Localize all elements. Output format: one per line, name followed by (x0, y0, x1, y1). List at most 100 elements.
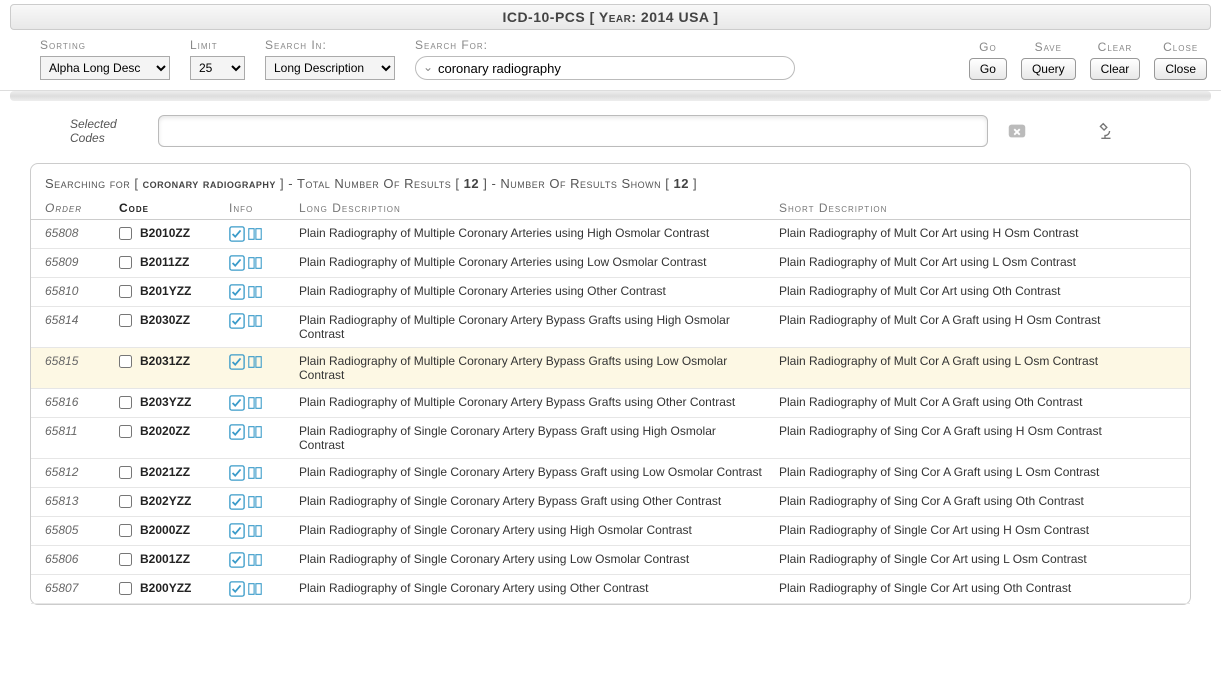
order-cell: 65812 (31, 459, 111, 488)
col-code[interactable]: Code (111, 197, 221, 220)
selected-codes-input[interactable] (158, 115, 988, 147)
book-icon[interactable] (247, 494, 263, 510)
row-checkbox[interactable] (119, 524, 132, 537)
row-checkbox[interactable] (119, 256, 132, 269)
row-checkbox[interactable] (119, 425, 132, 438)
code-cell: B2030ZZ (111, 307, 221, 348)
order-cell: 65811 (31, 418, 111, 459)
check-icon[interactable] (229, 255, 245, 271)
search-icon: ⌄ (423, 60, 433, 74)
short-desc-cell: Plain Radiography of Sing Cor A Graft us… (771, 418, 1190, 459)
book-icon[interactable] (247, 226, 263, 242)
check-icon[interactable] (229, 313, 245, 329)
code-cell: B2001ZZ (111, 546, 221, 575)
table-row[interactable]: 65812B2021ZZPlain Radiography of Single … (31, 459, 1190, 488)
info-cell (221, 389, 291, 418)
table-row[interactable]: 65805B2000ZZPlain Radiography of Single … (31, 517, 1190, 546)
check-icon[interactable] (229, 354, 245, 370)
table-row[interactable]: 65806B2001ZZ Plain Radiography of Single … (31, 546, 1190, 575)
long-desc-cell: Plain Radiography of Multiple Coronary A… (291, 278, 771, 307)
table-row[interactable]: 65808B2010ZZPlain Radiography of Multipl… (31, 220, 1190, 249)
table-row[interactable]: 65814B2030ZZPlain Radiography of Multipl… (31, 307, 1190, 348)
long-desc-cell: Plain Radiography of Single Coronary Art… (291, 488, 771, 517)
row-checkbox[interactable] (119, 466, 132, 479)
go-button[interactable]: Go (969, 58, 1007, 80)
limit-select[interactable]: 25 (190, 56, 245, 80)
table-row[interactable]: 65815B2031ZZ Plain Radiography of Multipl… (31, 348, 1190, 389)
code-cell: B200YZZ (111, 575, 221, 604)
check-icon[interactable] (229, 523, 245, 539)
code-cell: B203YZZ (111, 389, 221, 418)
check-icon[interactable] (229, 226, 245, 242)
short-desc-cell: Plain Radiography of Mult Cor Art using … (771, 220, 1190, 249)
long-desc-cell: Plain Radiography of Single Coronary Art… (291, 575, 771, 604)
short-desc-cell: Plain Radiography of Mult Cor A Graft us… (771, 307, 1190, 348)
long-desc-cell: Plain Radiography of Multiple Coronary A… (291, 348, 771, 389)
book-icon[interactable] (247, 255, 263, 271)
order-cell: 65806 (31, 546, 111, 575)
short-desc-cell: Plain Radiography of Single Cor Art usin… (771, 575, 1190, 604)
row-checkbox[interactable] (119, 285, 132, 298)
searchfor-input[interactable] (415, 56, 795, 80)
row-checkbox[interactable] (119, 553, 132, 566)
table-row[interactable]: 65813B202YZZPlain Radiography of Single … (31, 488, 1190, 517)
row-checkbox[interactable] (119, 396, 132, 409)
order-cell: 65813 (31, 488, 111, 517)
book-icon[interactable] (247, 465, 263, 481)
go-label: Go (979, 40, 997, 54)
check-icon[interactable] (229, 494, 245, 510)
check-icon[interactable] (229, 284, 245, 300)
separator (10, 91, 1211, 101)
code-cell: B201YZZ (111, 278, 221, 307)
short-desc-cell: Plain Radiography of Mult Cor A Graft us… (771, 389, 1190, 418)
row-checkbox[interactable] (119, 495, 132, 508)
col-short[interactable]: Short Description (771, 197, 1190, 220)
book-icon[interactable] (247, 523, 263, 539)
short-desc-cell: Plain Radiography of Sing Cor A Graft us… (771, 459, 1190, 488)
info-cell (221, 348, 291, 389)
col-order[interactable]: Order (31, 197, 111, 220)
info-cell (221, 418, 291, 459)
long-desc-cell: Plain Radiography of Multiple Coronary A… (291, 249, 771, 278)
book-icon[interactable] (247, 354, 263, 370)
book-icon[interactable] (247, 395, 263, 411)
row-checkbox[interactable] (119, 314, 132, 327)
code-cell: B2031ZZ (111, 348, 221, 389)
table-row[interactable]: 65809B2011ZZPlain Radiography of Multipl… (31, 249, 1190, 278)
row-checkbox[interactable] (119, 582, 132, 595)
clear-button[interactable]: Clear (1090, 58, 1141, 80)
table-row[interactable]: 65811B2020ZZPlain Radiography of Single … (31, 418, 1190, 459)
page-title: ICD-10-PCS [ Year: 2014 USA ] (10, 4, 1211, 30)
long-desc-cell: Plain Radiography of Multiple Coronary A… (291, 389, 771, 418)
table-row[interactable]: 65810B201YZZPlain Radiography of Multipl… (31, 278, 1190, 307)
order-cell: 65815 (31, 348, 111, 389)
query-button[interactable]: Query (1021, 58, 1076, 80)
check-icon[interactable] (229, 424, 245, 440)
short-desc-cell: Plain Radiography of Mult Cor Art using … (771, 249, 1190, 278)
col-info[interactable]: Info (221, 197, 291, 220)
book-icon[interactable] (247, 424, 263, 440)
close-label: Close (1163, 40, 1198, 54)
close-button[interactable]: Close (1154, 58, 1207, 80)
info-cell (221, 249, 291, 278)
searchin-select[interactable]: Long Description (265, 56, 395, 80)
check-icon[interactable] (229, 395, 245, 411)
clear-selection-icon[interactable] (1006, 120, 1028, 142)
sorting-select[interactable]: Alpha Long Desc (40, 56, 170, 80)
row-checkbox[interactable] (119, 227, 132, 240)
book-icon[interactable] (247, 284, 263, 300)
check-icon[interactable] (229, 581, 245, 597)
row-checkbox[interactable] (119, 355, 132, 368)
order-cell: 65808 (31, 220, 111, 249)
col-long[interactable]: Long Description (291, 197, 771, 220)
table-row[interactable]: 65807B200YZZPlain Radiography of Single … (31, 575, 1190, 604)
microscope-icon[interactable] (1094, 120, 1116, 142)
long-desc-cell: Plain Radiography of Single Coronary Art… (291, 517, 771, 546)
book-icon[interactable] (247, 581, 263, 597)
check-icon[interactable] (229, 465, 245, 481)
book-icon[interactable] (247, 552, 263, 568)
check-icon[interactable] (229, 552, 245, 568)
book-icon[interactable] (247, 313, 263, 329)
table-row[interactable]: 65816B203YZZPlain Radiography of Multipl… (31, 389, 1190, 418)
long-desc-cell: Plain Radiography of Single Coronary Art… (291, 546, 771, 575)
